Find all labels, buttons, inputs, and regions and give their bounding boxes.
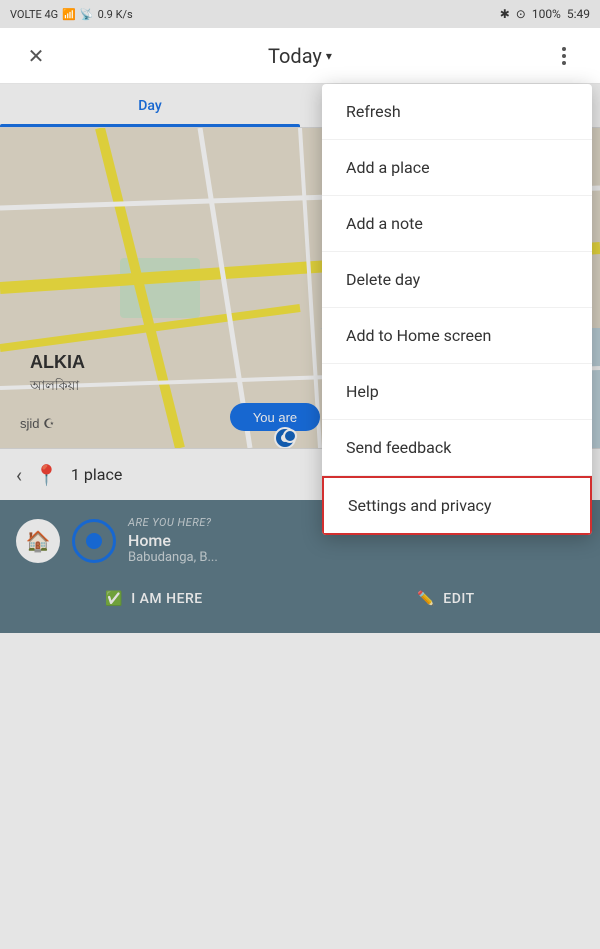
battery-label: 100%: [532, 7, 561, 21]
time-label: 5:49: [567, 7, 590, 21]
menu-item-send-feedback-label: Send feedback: [346, 438, 451, 457]
title-text: Today: [268, 44, 322, 68]
close-icon: ✕: [28, 44, 45, 68]
dropdown-menu: Refresh Add a place Add a note Delete da…: [322, 84, 592, 535]
carrier-label: VOLTE 4G: [10, 8, 58, 21]
menu-item-send-feedback[interactable]: Send feedback: [322, 420, 592, 476]
more-options-button[interactable]: [544, 36, 584, 76]
menu-item-delete-day[interactable]: Delete day: [322, 252, 592, 308]
menu-item-help[interactable]: Help: [322, 364, 592, 420]
menu-item-settings-privacy[interactable]: Settings and privacy: [322, 476, 592, 535]
status-left: VOLTE 4G 📶 📡 0.9 K/s: [10, 8, 133, 21]
wifi-icon: 📡: [80, 8, 94, 21]
menu-item-add-home-screen[interactable]: Add to Home screen: [322, 308, 592, 364]
menu-item-delete-day-label: Delete day: [346, 270, 420, 289]
app-title[interactable]: Today ▾: [56, 44, 544, 68]
signal-icon: 📶: [62, 8, 76, 21]
menu-item-add-place[interactable]: Add a place: [322, 140, 592, 196]
status-right: ✱ ⊙ 100% 5:49: [500, 7, 590, 21]
menu-item-refresh-label: Refresh: [346, 102, 401, 121]
menu-item-add-home-screen-label: Add to Home screen: [346, 326, 491, 345]
location-icon: ⊙: [516, 7, 526, 21]
menu-item-add-place-label: Add a place: [346, 158, 430, 177]
menu-item-add-note[interactable]: Add a note: [322, 196, 592, 252]
menu-item-settings-privacy-label: Settings and privacy: [348, 496, 492, 515]
dot-2: [562, 54, 566, 58]
app-bar: ✕ Today ▾: [0, 28, 600, 84]
close-button[interactable]: ✕: [16, 36, 56, 76]
menu-item-add-note-label: Add a note: [346, 214, 423, 233]
status-bar: VOLTE 4G 📶 📡 0.9 K/s ✱ ⊙ 100% 5:49: [0, 0, 600, 28]
dot-1: [562, 47, 566, 51]
menu-item-help-label: Help: [346, 382, 379, 401]
title-dropdown-arrow: ▾: [326, 49, 332, 63]
menu-item-refresh[interactable]: Refresh: [322, 84, 592, 140]
speed-label: 0.9 K/s: [98, 8, 133, 21]
bluetooth-icon: ✱: [500, 7, 510, 21]
dot-3: [562, 61, 566, 65]
